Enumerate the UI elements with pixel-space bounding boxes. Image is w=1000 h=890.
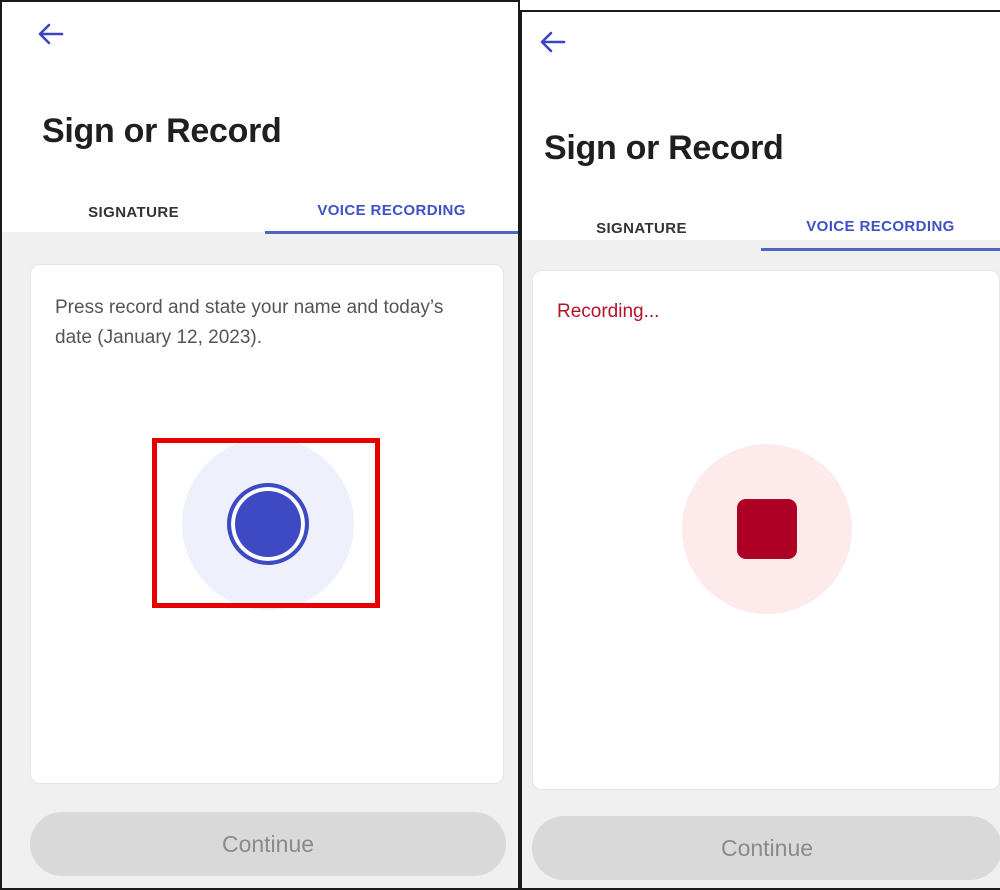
continue-button[interactable]: Continue bbox=[30, 812, 506, 876]
screen-header: Sign or Record SIGNATURE VOICE RECORDING bbox=[2, 2, 518, 234]
tab-voice-recording[interactable]: VOICE RECORDING bbox=[265, 190, 518, 234]
voice-record-screen-idle: Sign or Record SIGNATURE VOICE RECORDING… bbox=[0, 0, 520, 890]
tab-bar: SIGNATURE VOICE RECORDING bbox=[522, 205, 1000, 251]
tab-voice-recording[interactable]: VOICE RECORDING bbox=[761, 205, 1000, 251]
highlight-box bbox=[152, 438, 380, 608]
tab-signature[interactable]: SIGNATURE bbox=[522, 205, 761, 251]
back-button[interactable] bbox=[538, 30, 566, 59]
back-button[interactable] bbox=[36, 22, 64, 51]
arrow-left-icon bbox=[540, 31, 566, 53]
page-title: Sign or Record bbox=[544, 129, 784, 167]
voice-record-screen-recording: Sign or Record SIGNATURE VOICE RECORDING… bbox=[520, 10, 1000, 890]
page-title: Sign or Record bbox=[42, 112, 282, 150]
tab-signature[interactable]: SIGNATURE bbox=[2, 190, 265, 234]
tab-bar: SIGNATURE VOICE RECORDING bbox=[2, 190, 518, 234]
continue-button[interactable]: Continue bbox=[532, 816, 1000, 880]
arrow-left-icon bbox=[38, 23, 64, 45]
stop-button[interactable] bbox=[737, 499, 797, 559]
recording-status: Recording... bbox=[557, 301, 660, 322]
screen-header: Sign or Record SIGNATURE VOICE RECORDING bbox=[522, 12, 1000, 251]
recording-instruction: Press record and state your name and tod… bbox=[55, 297, 444, 348]
